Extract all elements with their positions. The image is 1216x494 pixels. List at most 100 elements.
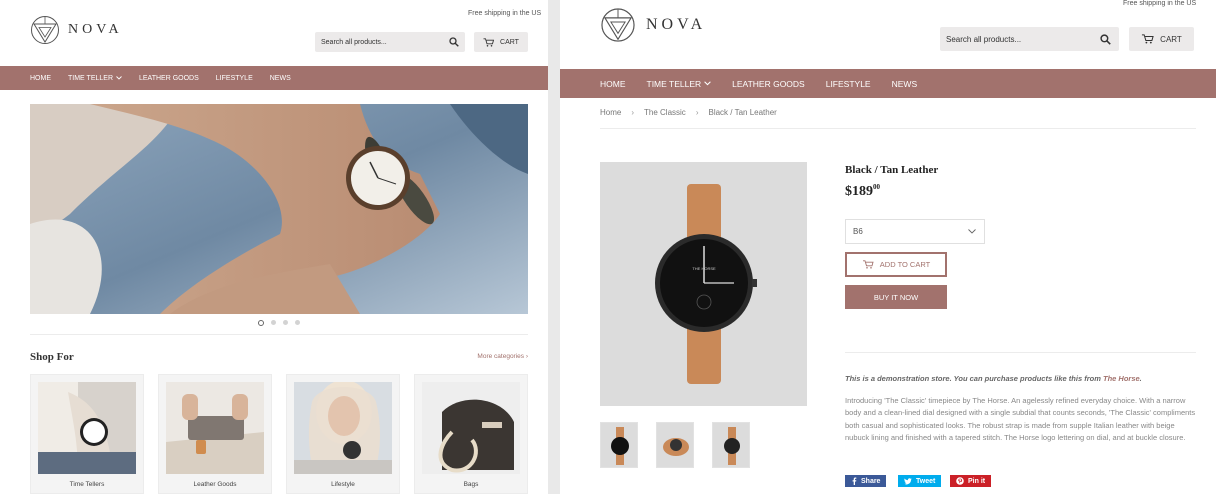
nav-news[interactable]: NEWS (892, 79, 918, 89)
breadcrumb-home[interactable]: Home (600, 108, 621, 117)
category-label: Bags (463, 481, 479, 488)
nav-label: NEWS (269, 74, 291, 82)
product-thumbnail[interactable] (656, 422, 694, 468)
nav-time-teller[interactable]: TIME TELLER (647, 79, 712, 89)
cart-button[interactable]: CART (1129, 27, 1194, 51)
chevron-down-icon (704, 81, 711, 86)
category-tile-lifestyle[interactable]: Lifestyle (286, 374, 400, 494)
nav-news[interactable]: NEWS (270, 75, 291, 82)
pinterest-icon (956, 477, 964, 485)
nova-logo-icon (31, 16, 59, 44)
slide-dot[interactable] (271, 320, 276, 325)
buy-now-button[interactable]: BUY IT NOW (845, 285, 947, 309)
category-image (422, 382, 520, 474)
facebook-icon (852, 477, 857, 485)
cart-icon (1142, 34, 1154, 44)
nav-label: NEWS (891, 78, 918, 89)
price-main: $189 (845, 184, 873, 199)
breadcrumb-current: Black / Tan Leather (708, 108, 777, 117)
category-tile-time-tellers[interactable]: Time Tellers (30, 374, 144, 494)
logo-text: NOVA (68, 22, 123, 37)
add-to-cart-button[interactable]: ADD TO CART (845, 252, 947, 277)
slide-dot[interactable] (283, 320, 288, 325)
buy-now-label: BUY IT NOW (873, 292, 919, 302)
share-pinterest-button[interactable]: Pin it (950, 475, 992, 487)
shop-for-heading: Shop For (30, 351, 74, 363)
search-icon[interactable] (1100, 33, 1111, 45)
product-description: Introducing 'The Classic' timepiece by T… (845, 396, 1196, 443)
watch-dial-brand: THE HORSE (692, 266, 716, 271)
chevron-down-icon (968, 229, 976, 234)
category-label: Time Tellers (69, 481, 105, 488)
product-main-image[interactable]: THE HORSE (600, 162, 807, 406)
nav-label: TIME TELLER (68, 74, 113, 82)
breadcrumb-separator: › (631, 108, 635, 117)
main-nav: HOME TIME TELLER LEATHER GOODS LIFESTYLE… (560, 69, 1216, 98)
divider (30, 334, 528, 335)
product-page-pane: NOVA Free shipping in the US Search all … (560, 0, 1216, 494)
share-twitter-button[interactable]: Tweet (898, 475, 942, 487)
slide-dot[interactable] (295, 320, 300, 325)
search-input[interactable]: Search all products... (940, 27, 1119, 51)
logo-text: NOVA (646, 16, 707, 33)
twitter-icon (904, 477, 912, 484)
store-logo[interactable]: NOVA (30, 14, 123, 46)
home-page-pane: NOVA Free shipping in the US Search all … (0, 0, 548, 494)
nav-leather-goods[interactable]: LEATHER GOODS (732, 79, 805, 89)
category-tile-bags[interactable]: Bags (414, 374, 528, 494)
breadcrumb-collection[interactable]: The Classic (644, 108, 686, 117)
nav-label: LIFESTYLE (215, 74, 253, 82)
nav-home[interactable]: HOME (30, 75, 51, 82)
shipping-note: Free shipping in the US (468, 10, 542, 17)
cart-icon (862, 260, 874, 269)
search-placeholder: Search all products... (946, 34, 1022, 44)
nav-label: LEATHER GOODS (139, 74, 199, 82)
nav-lifestyle[interactable]: LIFESTYLE (216, 75, 253, 82)
product-thumbnail[interactable] (600, 422, 638, 468)
search-placeholder: Search all products... (321, 38, 387, 46)
price-cents: 00 (873, 183, 880, 191)
hero-slideshow-image[interactable] (30, 104, 528, 314)
cart-icon (483, 37, 495, 47)
nav-leather-goods[interactable]: LEATHER GOODS (139, 75, 199, 82)
share-label: Pin it (968, 477, 986, 485)
cart-button[interactable]: CART (474, 32, 528, 52)
demo-note-text: This is a demonstration store. You can p… (845, 374, 1103, 383)
demo-store-note: This is a demonstration store. You can p… (845, 374, 1195, 383)
nav-label: HOME (30, 74, 51, 82)
slide-dot[interactable] (258, 319, 264, 326)
search-input[interactable]: Search all products... (315, 32, 465, 52)
the-horse-link[interactable]: The Horse (1103, 374, 1140, 383)
breadcrumb: Home › The Classic › Black / Tan Leather (600, 108, 777, 117)
category-label: Lifestyle (331, 481, 355, 488)
share-label: Tweet (916, 477, 936, 485)
product-title: Black / Tan Leather (845, 164, 939, 176)
store-logo[interactable]: NOVA (600, 6, 706, 44)
category-tile-leather-goods[interactable]: Leather Goods (158, 374, 272, 494)
nav-label: LIFESTYLE (825, 78, 871, 89)
variant-select[interactable]: B6 (845, 219, 985, 244)
category-image (38, 382, 136, 474)
add-to-cart-label: ADD TO CART (879, 260, 931, 269)
share-facebook-button[interactable]: Share (845, 475, 887, 487)
nav-home[interactable]: HOME (600, 79, 626, 89)
category-image (294, 382, 392, 474)
product-thumbnail[interactable] (712, 422, 750, 468)
divider (600, 128, 1196, 129)
category-label: Leather Goods (193, 481, 237, 488)
nav-lifestyle[interactable]: LIFESTYLE (826, 79, 871, 89)
product-price: $18900 (845, 183, 880, 200)
demo-note-end: . (1139, 374, 1142, 383)
nav-time-teller[interactable]: TIME TELLER (68, 75, 122, 82)
category-image (166, 382, 264, 474)
search-icon[interactable] (449, 37, 459, 47)
divider (845, 352, 1196, 353)
nav-label: HOME (600, 78, 626, 89)
more-categories-link[interactable]: More categories › (477, 353, 528, 360)
shipping-note: Free shipping in the US (1123, 0, 1197, 7)
chevron-down-icon (116, 76, 122, 80)
slideshow-dots (258, 319, 300, 326)
main-nav: HOME TIME TELLER LEATHER GOODS LIFESTYLE… (0, 66, 548, 90)
cart-label: CART (1160, 34, 1182, 44)
nova-logo-icon (601, 8, 635, 42)
